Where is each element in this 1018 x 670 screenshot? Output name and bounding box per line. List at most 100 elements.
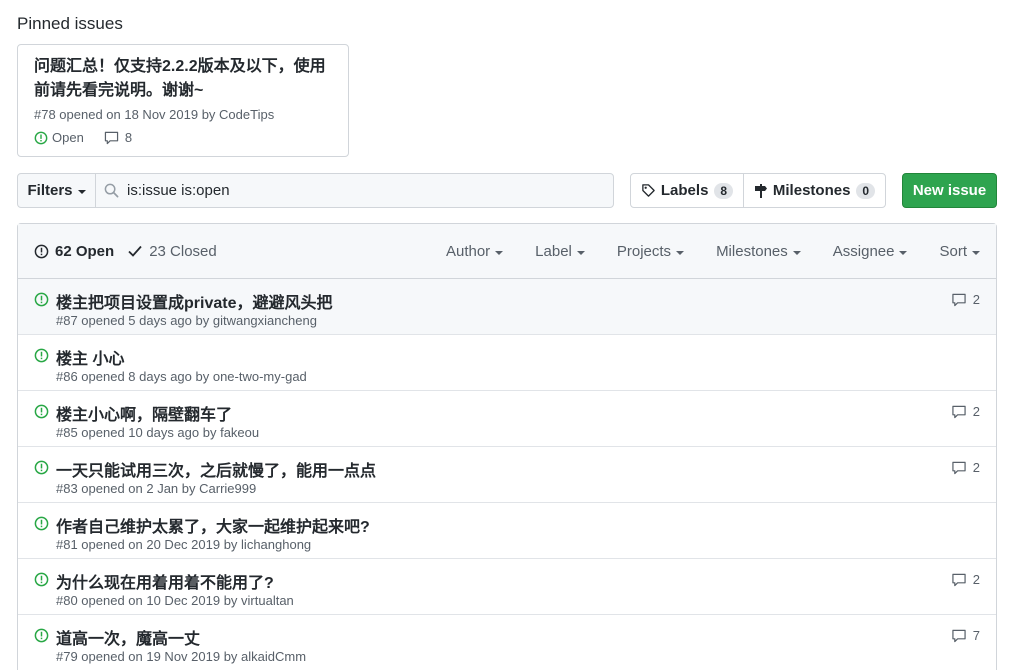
sort-filter[interactable]: Sort bbox=[923, 243, 996, 260]
issue-comment-count: 2 bbox=[972, 292, 980, 307]
search-icon bbox=[104, 183, 119, 198]
issue-row[interactable]: 为什么现在用着用着不能用了? #80 opened on 10 Dec 2019 … bbox=[18, 559, 996, 615]
pinned-issue-card[interactable]: 问题汇总！仅支持2.2.2版本及以下，使用前请先看完说明。谢谢~ #78 ope… bbox=[17, 44, 349, 157]
label-filter-label: Label bbox=[535, 243, 572, 260]
issue-meta: #80 opened on 10 Dec 2019 by virtualtan bbox=[56, 593, 294, 608]
issue-open-icon bbox=[34, 572, 49, 587]
issue-comment-count: 7 bbox=[972, 628, 980, 643]
author-filter[interactable]: Author bbox=[430, 243, 519, 260]
issues-list-header: 62 Open 23 Closed Author Label Projects … bbox=[18, 224, 996, 279]
issue-comments[interactable]: 2 bbox=[951, 404, 980, 419]
author-filter-label: Author bbox=[445, 243, 491, 260]
issue-status bbox=[34, 516, 49, 536]
issues-toolbar: Filters Labels 8 Milestones 0 New issue bbox=[17, 173, 997, 208]
issue-title-link[interactable]: 楼主小心啊，隔壁翻车了 bbox=[56, 401, 232, 425]
issue-meta: #81 opened on 20 Dec 2019 by lichanghong bbox=[56, 537, 312, 552]
new-issue-button[interactable]: New issue bbox=[902, 173, 997, 208]
issue-comment-count: 2 bbox=[972, 404, 980, 419]
chevron-down-icon bbox=[576, 250, 585, 255]
tag-icon bbox=[642, 184, 655, 197]
issue-status bbox=[34, 572, 49, 592]
labels-button[interactable]: Labels 8 bbox=[630, 173, 744, 208]
header-filters: Author Label Projects Milestones Assigne… bbox=[430, 224, 996, 279]
milestones-filter[interactable]: Milestones bbox=[700, 243, 817, 260]
issue-meta: #85 opened 10 days ago by fakeou bbox=[56, 425, 260, 440]
chevron-down-icon bbox=[972, 250, 980, 255]
pinned-issue-comment-count: 8 bbox=[124, 130, 133, 145]
issue-row[interactable]: 楼主把项目设置成private，避避风头把 #87 opened 5 days a… bbox=[18, 279, 996, 335]
labels-count: 8 bbox=[714, 182, 734, 199]
issue-comments[interactable]: 2 bbox=[951, 572, 980, 587]
issue-comment-count: 2 bbox=[972, 460, 980, 475]
chevron-down-icon bbox=[495, 250, 504, 255]
pinned-issue-meta: #78 opened on 18 Nov 2019 by CodeTips bbox=[34, 107, 275, 122]
issue-title-link[interactable]: 一天只能试用三次，之后就慢了，能用一点点 bbox=[56, 457, 376, 481]
issue-row[interactable]: 楼主小心啊，隔壁翻车了 #85 opened 10 days ago by fak… bbox=[18, 391, 996, 447]
issue-meta: #86 opened 8 days ago by one-two-my-gad bbox=[56, 369, 307, 384]
comment-icon bbox=[952, 461, 966, 474]
pinned-issue-title[interactable]: 问题汇总！仅支持2.2.2版本及以下，使用前请先看完说明。谢谢~ bbox=[34, 55, 334, 103]
issue-comments[interactable]: 7 bbox=[951, 628, 980, 643]
comment-icon bbox=[952, 405, 966, 418]
issue-open-icon bbox=[34, 628, 49, 643]
issue-comments[interactable]: 2 bbox=[951, 292, 980, 307]
issue-row[interactable]: 楼主 小心 #86 opened 8 days ago by one-two-my… bbox=[18, 335, 996, 391]
issue-title-link[interactable]: 楼主 小心 bbox=[56, 345, 124, 369]
check-icon bbox=[128, 245, 142, 257]
pinned-issue-comments[interactable]: 8 bbox=[104, 130, 132, 145]
label-filter[interactable]: Label bbox=[519, 243, 601, 260]
issue-title-link[interactable]: 为什么现在用着用着不能用了? bbox=[56, 569, 274, 593]
issue-status bbox=[34, 348, 49, 368]
milestones-label: Milestones bbox=[772, 182, 851, 199]
chevron-down-icon bbox=[899, 250, 908, 255]
issue-status bbox=[34, 292, 49, 312]
issue-row[interactable]: 一天只能试用三次，之后就慢了，能用一点点 #83 opened on 2 Jan … bbox=[18, 447, 996, 503]
issue-title-link[interactable]: 作者自己维护太累了，大家一起维护起来吧? bbox=[56, 513, 370, 537]
issue-status bbox=[34, 628, 49, 648]
assignee-filter-label: Assignee bbox=[832, 243, 895, 260]
issue-status bbox=[34, 404, 49, 424]
search-input[interactable] bbox=[127, 182, 607, 199]
assignee-filter[interactable]: Assignee bbox=[817, 243, 924, 260]
issue-comment-count: 2 bbox=[972, 572, 980, 587]
issue-comments[interactable]: 2 bbox=[951, 460, 980, 475]
pinned-issue-status: Open bbox=[52, 130, 84, 145]
issue-status bbox=[34, 460, 49, 480]
issue-meta: #83 opened on 2 Jan by Carrie999 bbox=[56, 481, 257, 496]
projects-filter[interactable]: Projects bbox=[601, 243, 700, 260]
milestones-button[interactable]: Milestones 0 bbox=[743, 173, 886, 208]
issue-meta: #87 opened 5 days ago by gitwangxianchen… bbox=[56, 313, 317, 328]
issue-title-link[interactable]: 楼主把项目设置成private，避避风头把 bbox=[56, 289, 332, 313]
closed-issues-label: 23 Closed bbox=[149, 242, 217, 260]
comment-icon bbox=[952, 629, 966, 642]
issue-open-icon bbox=[34, 516, 49, 531]
filters-label: Filters bbox=[27, 182, 73, 199]
issue-meta: #79 opened on 19 Nov 2019 by alkaidCmm bbox=[56, 649, 307, 664]
chevron-down-icon bbox=[792, 250, 801, 255]
comment-icon bbox=[952, 293, 966, 306]
chevron-down-icon bbox=[77, 189, 86, 194]
issue-open-icon bbox=[34, 348, 49, 363]
issue-open-icon bbox=[34, 244, 49, 258]
issue-rows: 楼主把项目设置成private，避避风头把 #87 opened 5 days a… bbox=[18, 279, 996, 670]
issues-list: 62 Open 23 Closed Author Label Projects … bbox=[17, 223, 997, 670]
issue-row[interactable]: 道高一次，魔高一丈 #79 opened on 19 Nov 2019 by al… bbox=[18, 615, 996, 670]
labels-label: Labels bbox=[660, 182, 709, 199]
milestones-filter-label: Milestones bbox=[716, 243, 788, 260]
projects-filter-label: Projects bbox=[616, 243, 672, 260]
comment-icon bbox=[952, 573, 966, 586]
issue-open-icon bbox=[34, 404, 49, 419]
issue-search-box[interactable] bbox=[95, 173, 614, 208]
issue-open-icon bbox=[34, 131, 48, 144]
issue-open-icon bbox=[34, 292, 49, 307]
issue-title-link[interactable]: 道高一次，魔高一丈 bbox=[56, 625, 200, 649]
sort-filter-label: Sort bbox=[939, 243, 967, 260]
comment-icon bbox=[104, 131, 118, 144]
open-issues-tab[interactable]: 62 Open bbox=[34, 243, 114, 260]
closed-issues-tab[interactable]: 23 Closed bbox=[128, 243, 217, 260]
chevron-down-icon bbox=[676, 250, 685, 255]
open-issues-label: 62 Open bbox=[55, 242, 115, 260]
filters-button[interactable]: Filters bbox=[17, 173, 96, 208]
issue-row[interactable]: 作者自己维护太累了，大家一起维护起来吧? #81 opened on 20 Dec… bbox=[18, 503, 996, 559]
pinned-issues-heading: Pinned issues bbox=[17, 14, 123, 33]
